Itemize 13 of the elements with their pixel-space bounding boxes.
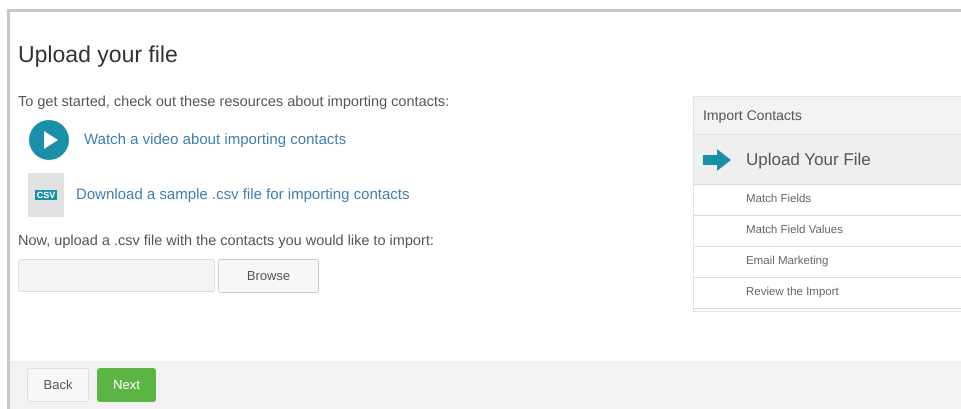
- file-path-field[interactable]: [18, 259, 215, 292]
- intro-text: To get started, check out these resources about importing contacts:: [18, 93, 450, 112]
- arrow-icon: [703, 148, 731, 170]
- browse-button[interactable]: Browse: [218, 259, 319, 293]
- page-title: Upload your file: [18, 40, 178, 69]
- back-button[interactable]: Back: [27, 368, 89, 402]
- csv-file-icon: CSV: [28, 173, 64, 217]
- play-icon: [29, 120, 69, 160]
- upload-prompt: Now, upload a .csv file with the contacts you would like to import:: [18, 232, 434, 251]
- step-item[interactable]: Upload Your File: [694, 135, 961, 185]
- resource-link[interactable]: Watch a video about importing contacts: [84, 128, 346, 152]
- resource-link[interactable]: Download a sample .csv file for importing contacts: [76, 184, 410, 206]
- panel-title: Import Contacts: [703, 106, 802, 125]
